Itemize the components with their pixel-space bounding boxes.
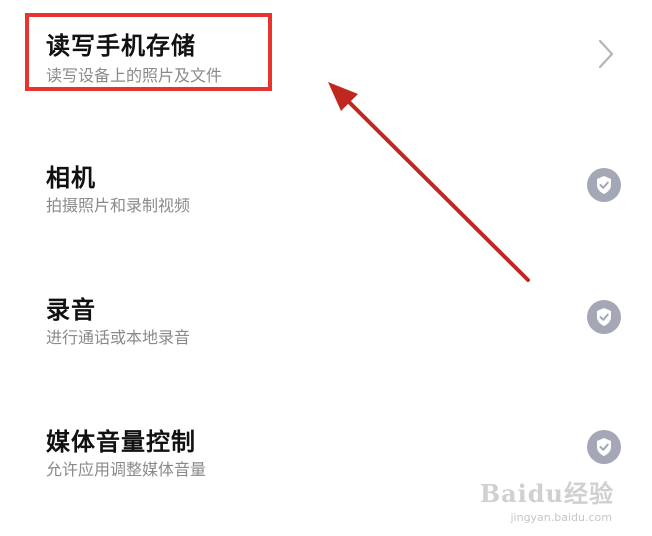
baidu-watermark: Baidu经验 jingyan.baidu.com [480, 474, 614, 524]
permission-item-record-audio[interactable]: 录音 进行通话或本地录音 [0, 262, 652, 372]
permission-description: 进行通话或本地录音 [46, 328, 191, 347]
permission-title: 媒体音量控制 [46, 428, 196, 456]
chevron-right-icon[interactable] [596, 38, 616, 70]
highlight-box [25, 13, 272, 91]
check-circle-icon[interactable] [587, 168, 621, 202]
permission-settings-screen: 读写手机存储 读写设备上的照片及文件 相机 拍摄照片和录制视频 录音 进行通话或… [0, 0, 652, 536]
watermark-url: jingyan.baidu.com [510, 511, 612, 524]
permission-description: 允许应用调整媒体音量 [46, 460, 207, 479]
permission-title: 相机 [46, 164, 96, 192]
check-circle-icon[interactable] [587, 430, 621, 464]
permission-item-camera[interactable]: 相机 拍摄照片和录制视频 [0, 130, 652, 240]
permission-title: 录音 [46, 296, 96, 324]
watermark-logo-text: Baidu经验 [479, 479, 614, 508]
check-circle-icon[interactable] [587, 300, 621, 334]
permission-description: 拍摄照片和录制视频 [46, 196, 191, 215]
